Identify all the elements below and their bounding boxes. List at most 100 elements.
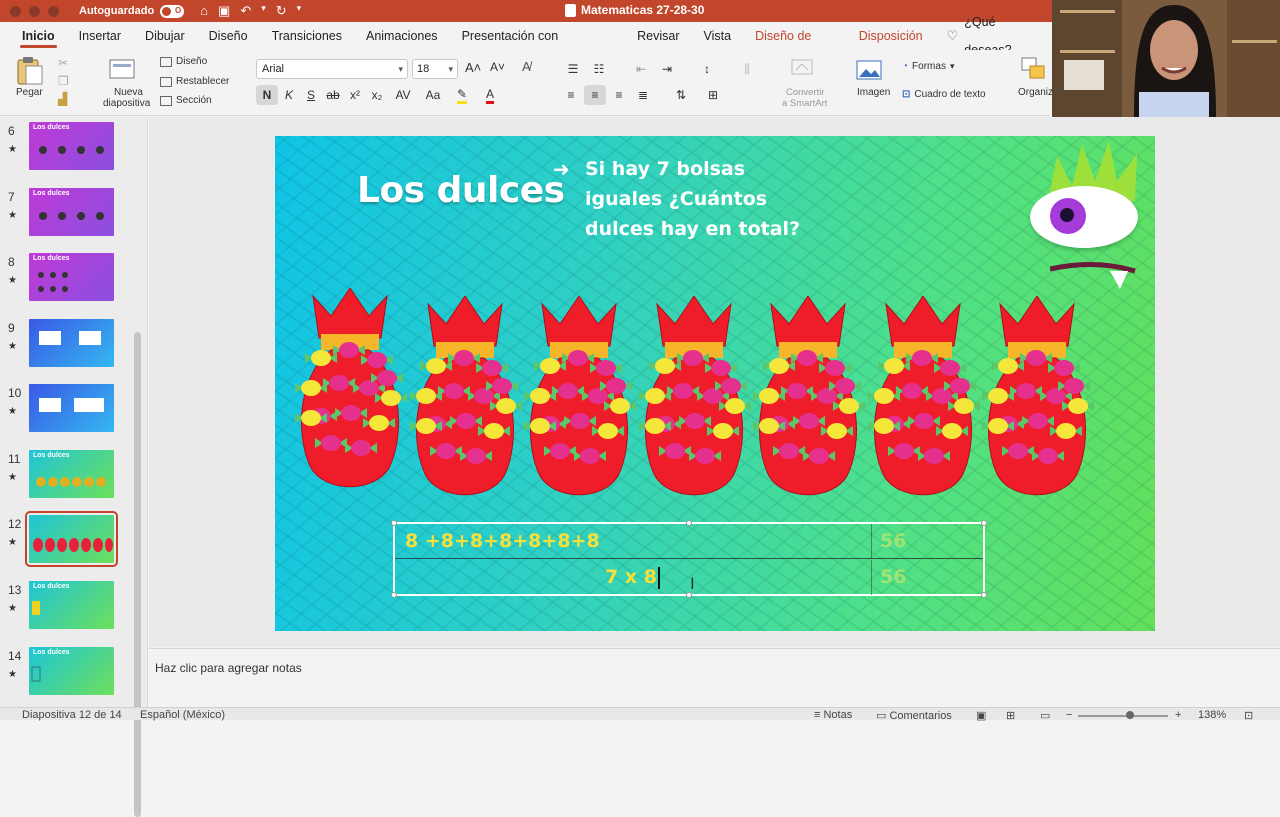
thumbnail-title: Los dulces bbox=[33, 583, 70, 590]
autosave-toggle[interactable]: O bbox=[160, 4, 185, 18]
slide-thumbnail-7[interactable]: 7 ★ Los dulces bbox=[0, 186, 140, 246]
undo-icon[interactable]: ↶ bbox=[240, 3, 251, 19]
change-case-button[interactable]: Aa bbox=[418, 85, 448, 105]
zoom-out-icon[interactable]: − bbox=[1066, 709, 1072, 721]
zoom-slider[interactable] bbox=[1078, 715, 1168, 717]
increase-font-icon[interactable]: A˄ bbox=[465, 60, 481, 75]
slide-title[interactable]: Los dulces bbox=[357, 170, 565, 211]
maximize-window-button[interactable] bbox=[48, 5, 59, 17]
columns-icon[interactable]: ⫼ bbox=[736, 59, 758, 79]
clear-format-icon[interactable]: A̸ bbox=[522, 59, 531, 74]
image-button[interactable] bbox=[855, 58, 883, 85]
minimize-window-button[interactable] bbox=[29, 5, 40, 17]
tab-dibujar[interactable]: Dibujar bbox=[133, 22, 197, 50]
slide-number: 11 bbox=[8, 452, 21, 466]
thumbnail-scrollbar[interactable] bbox=[134, 332, 141, 817]
slide-thumbnail-11[interactable]: 11 ★ Los dulces bbox=[0, 448, 140, 508]
arrange-button[interactable] bbox=[1020, 56, 1048, 87]
table-cell-expression[interactable]: 8 +8+8+8+8+8+8 bbox=[405, 524, 870, 559]
home-icon[interactable]: ⌂ bbox=[200, 3, 208, 19]
zoom-in-icon[interactable]: + bbox=[1175, 709, 1181, 721]
strikethrough-button[interactable]: ab bbox=[322, 85, 344, 105]
question-text-box[interactable]: ➜ Si hay 7 bolsas iguales ¿Cuántos dulce… bbox=[553, 154, 815, 244]
redo-icon[interactable]: ↻ bbox=[276, 3, 287, 19]
font-size-select[interactable]: 18 bbox=[412, 59, 458, 79]
fit-slide-icon[interactable]: ⊡ bbox=[1244, 709, 1253, 722]
normal-view-icon[interactable]: ▣ bbox=[976, 709, 986, 722]
new-slide-button[interactable] bbox=[108, 56, 138, 87]
answer-table[interactable]: 8 +8+8+8+8+8+8 56 7 x 8 56 bbox=[391, 520, 987, 598]
font-color-icon[interactable]: A bbox=[476, 85, 504, 105]
italic-button[interactable]: K bbox=[278, 85, 300, 105]
slide-thumbnail-14[interactable]: 14 ★ Los dulces bbox=[0, 645, 140, 705]
slide-number: 9 bbox=[8, 321, 15, 335]
tab-diseno-de-tabla[interactable]: Diseño de tabla bbox=[743, 22, 847, 71]
underline-button[interactable]: S bbox=[300, 85, 322, 105]
reset-button[interactable]: Restablecer bbox=[160, 76, 229, 87]
tab-revisar[interactable]: Revisar bbox=[625, 22, 691, 50]
slide-thumbnail-10[interactable]: 10 ★ bbox=[0, 382, 140, 442]
slide-thumbnail-9[interactable]: 9 ★ bbox=[0, 317, 140, 377]
bold-button[interactable]: N bbox=[256, 85, 278, 105]
highlight-icon[interactable]: ✎ bbox=[448, 85, 476, 105]
slide-thumbnail-13[interactable]: 13 ★ Los dulces bbox=[0, 579, 140, 639]
character-spacing-button[interactable]: AV bbox=[388, 85, 418, 105]
layout-button[interactable]: Diseño bbox=[160, 56, 207, 67]
save-icon[interactable]: ▣ bbox=[218, 3, 230, 19]
align-left-icon[interactable]: ≡ bbox=[560, 85, 582, 105]
text-direction-icon[interactable]: ⇅ bbox=[670, 85, 692, 105]
line-spacing-icon[interactable]: ↕ bbox=[696, 59, 718, 79]
notes-toggle[interactable]: ≡ Notas bbox=[814, 709, 852, 721]
slide-thumbnail-6[interactable]: 6 ★ Los dulces bbox=[0, 120, 140, 180]
tab-diseno[interactable]: Diseño bbox=[197, 22, 260, 50]
tab-animaciones[interactable]: Animaciones bbox=[354, 22, 450, 50]
tab-insertar[interactable]: Insertar bbox=[67, 22, 133, 50]
increase-indent-icon[interactable]: ⇥ bbox=[656, 59, 678, 79]
notes-pane[interactable]: Haz clic para agregar notas bbox=[149, 648, 1280, 706]
tab-vista[interactable]: Vista bbox=[692, 22, 744, 50]
decrease-font-icon[interactable]: A˅ bbox=[490, 60, 505, 74]
tab-transiciones[interactable]: Transiciones bbox=[260, 22, 354, 50]
shapes-label: Formas bbox=[912, 61, 946, 72]
customize-toolbar-icon[interactable]: ▾ bbox=[297, 3, 302, 19]
thumbnail-title: Los dulces bbox=[33, 124, 70, 131]
tab-presentacion[interactable]: Presentación con diapositivas bbox=[450, 22, 626, 71]
numbering-icon[interactable]: ☷ bbox=[588, 59, 610, 79]
cut-icon[interactable]: ✂ bbox=[58, 56, 68, 70]
table-cell-result[interactable]: 56 bbox=[871, 560, 983, 595]
copy-icon[interactable]: ❐ bbox=[58, 74, 69, 88]
subscript-button[interactable]: x₂ bbox=[366, 85, 388, 105]
bullets-icon[interactable]: ☰ bbox=[562, 59, 584, 79]
align-right-icon[interactable]: ≡ bbox=[608, 85, 630, 105]
table-cell-result[interactable]: 56 bbox=[871, 524, 983, 559]
format-painter-icon[interactable]: ▟ bbox=[58, 92, 67, 106]
chevron-down-icon[interactable]: ▾ bbox=[261, 3, 266, 19]
justify-icon[interactable]: ≣ bbox=[632, 85, 654, 105]
paste-label: Pegar bbox=[16, 87, 43, 98]
font-family-select[interactable]: Arial bbox=[256, 59, 408, 79]
tab-inicio[interactable]: Inicio bbox=[10, 22, 67, 50]
paste-button[interactable] bbox=[12, 56, 48, 86]
slide-number: 12 bbox=[8, 517, 22, 531]
decrease-indent-icon[interactable]: ⇤ bbox=[630, 59, 652, 79]
textbox-button[interactable]: ⊡ Cuadro de texto bbox=[902, 89, 986, 100]
reading-view-icon[interactable]: ▭ bbox=[1040, 709, 1050, 722]
comments-toggle[interactable]: ▭ Comentarios bbox=[876, 709, 952, 722]
close-window-button[interactable] bbox=[10, 5, 21, 17]
section-button[interactable]: Sección bbox=[160, 95, 212, 106]
zoom-slider-knob[interactable] bbox=[1126, 711, 1134, 719]
tell-me-box[interactable]: ♡ ¿Qué deseas? bbox=[935, 15, 1050, 57]
slide-thumbnail-12[interactable]: 12 ★ bbox=[0, 511, 140, 573]
tab-disposicion[interactable]: Disposición bbox=[847, 22, 935, 50]
thumbnail-image: Los dulces bbox=[29, 581, 114, 629]
align-center-icon[interactable]: ≡ bbox=[584, 85, 606, 105]
language-indicator[interactable]: Español (México) bbox=[140, 709, 225, 721]
zoom-level[interactable]: 138% bbox=[1198, 709, 1226, 721]
superscript-button[interactable]: x² bbox=[344, 85, 366, 105]
table-cell-expression[interactable]: 7 x 8 bbox=[395, 560, 870, 595]
align-text-icon[interactable]: ⊞ bbox=[702, 85, 724, 105]
arrange-icon bbox=[1021, 57, 1045, 79]
shapes-button[interactable]: ◔ Formas ▾ bbox=[902, 61, 954, 72]
slide-thumbnail-8[interactable]: 8 ★ Los dulces bbox=[0, 251, 140, 311]
slide-sorter-icon[interactable]: ⊞ bbox=[1006, 709, 1015, 722]
